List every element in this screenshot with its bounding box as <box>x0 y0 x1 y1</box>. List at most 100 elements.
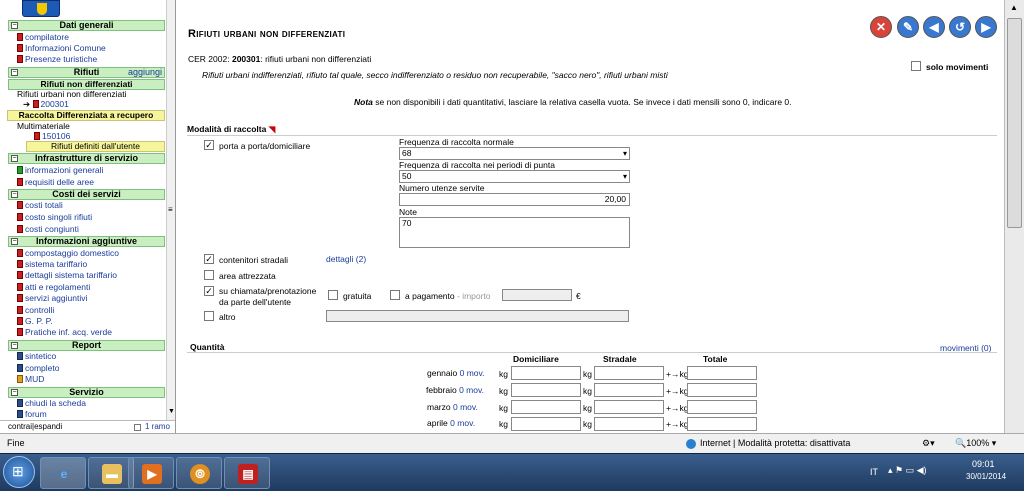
tray-icons[interactable]: ▴ ⚑ ▭ ◀) <box>888 465 927 476</box>
mov-link[interactable]: 0 mov. <box>453 402 478 412</box>
mov-link[interactable]: 0 mov. <box>450 418 475 428</box>
domiciliare-input[interactable] <box>511 417 581 431</box>
sidebar-item-gpp[interactable]: G. P. P. <box>17 316 53 327</box>
globe-icon <box>686 439 696 449</box>
stradale-input[interactable] <box>594 417 664 431</box>
scroll-thumb[interactable] <box>1007 18 1022 228</box>
sidebar-item-servizi-aggiuntivi[interactable]: servizi aggiuntivi <box>17 293 87 304</box>
sidebar-item-200301[interactable]: ➔ 200301 <box>23 99 69 110</box>
sidebar-item-informazioni-comune[interactable]: Informazioni Comune <box>17 43 106 54</box>
section-servizio[interactable]: − Servizio <box>8 387 165 398</box>
stradale-input[interactable] <box>594 400 664 414</box>
marker-icon: ◥ <box>268 124 276 134</box>
altro-checkbox[interactable] <box>204 311 214 321</box>
sidebar-item-dettagli-tariffario[interactable]: dettagli sistema tariffario <box>17 270 117 281</box>
taskbar-pdf[interactable]: ▤ <box>224 457 270 489</box>
rifiuti-definiti-utente[interactable]: Rifiuti definiti dall'utente <box>26 141 165 152</box>
sidebar-item-pratiche[interactable]: Pratiche inf. acq. verde <box>17 327 112 338</box>
section-rifiuti[interactable]: − Rifiuti aggiungi <box>8 67 165 78</box>
sidebar-item-costi-totali[interactable]: costi totali <box>17 200 63 211</box>
arrow-right-icon: ➔ <box>23 99 31 109</box>
importo-input[interactable] <box>502 289 572 301</box>
contrai-espandi-link[interactable]: contrai|espandi <box>8 421 62 433</box>
scroll-grip-icon: ≡ <box>168 205 173 214</box>
lang-indicator[interactable]: IT <box>870 467 878 477</box>
sidebar-item-completo[interactable]: completo <box>17 363 60 374</box>
section-infrastrutture[interactable]: − Infrastrutture di servizio <box>8 153 165 164</box>
taskbar-media[interactable]: ▶ <box>128 457 174 489</box>
document-icon <box>17 294 23 302</box>
sidebar-item-compostaggio[interactable]: compostaggio domestico <box>17 248 119 259</box>
freq-punta-select[interactable]: 50 <box>399 170 630 183</box>
aggiungi-link[interactable]: aggiungi <box>128 68 162 77</box>
taskbar-ie[interactable]: e <box>40 457 86 489</box>
mov-link[interactable]: 0 mov. <box>460 368 485 378</box>
sidebar-item-controlli[interactable]: controlli <box>17 305 54 316</box>
scroll-up-icon[interactable]: ▲ <box>1010 3 1018 12</box>
edit-icon[interactable]: ✎ <box>897 16 919 38</box>
zoom-control[interactable]: 🔍100% ▾ <box>955 434 996 453</box>
document-icon <box>17 213 23 221</box>
sidebar-item-presenze-turistiche[interactable]: Presenze turistiche <box>17 54 97 65</box>
porta-a-porta-checkbox[interactable]: ✓ <box>204 140 214 150</box>
forward-icon[interactable]: ▶ <box>975 16 997 38</box>
document-icon <box>17 33 23 41</box>
totale-input[interactable] <box>687 400 757 414</box>
mov-link[interactable]: 0 mov. <box>459 385 484 395</box>
raccolta-differenziata-header[interactable]: Raccolta Differenziata a recupero <box>7 110 165 121</box>
sidebar-item-requisiti-aree[interactable]: requisiti delle aree <box>17 177 94 188</box>
domiciliare-input[interactable] <box>511 383 581 397</box>
sidebar-item-chiudi-scheda[interactable]: chiudi la scheda <box>17 398 86 409</box>
back-icon[interactable]: ◀ <box>923 16 945 38</box>
status-bar: Fine Internet | Modalità protetta: disat… <box>0 433 1024 453</box>
scroll-down-icon[interactable]: ▼ <box>168 408 175 415</box>
sidebar-item-informazioni-generali[interactable]: informazioni generali <box>17 165 103 176</box>
totale-input[interactable] <box>687 417 757 431</box>
totale-input[interactable] <box>687 383 757 397</box>
close-icon[interactable]: ✕ <box>870 16 892 38</box>
sidebar-item-compilatore[interactable]: compilatore <box>17 32 69 43</box>
altro-input[interactable] <box>326 310 629 322</box>
stradale-input[interactable] <box>594 383 664 397</box>
section-costi-servizi[interactable]: − Costi dei servizi <box>8 189 165 200</box>
refresh-icon[interactable]: ↺ <box>949 16 971 38</box>
un-ramo-label: 1 ramo <box>145 422 170 431</box>
sidebar-item-sistema-tariffario[interactable]: sistema tariffario <box>17 259 87 270</box>
modalita-title: Modalità di raccolta ◥ <box>187 124 276 134</box>
clock-time[interactable]: 09:01 <box>972 459 995 469</box>
sidebar-item-forum[interactable]: forum <box>17 409 47 420</box>
taskbar-app[interactable]: ⦾ <box>176 457 222 489</box>
col-totale: Totale <box>703 354 728 364</box>
domiciliare-input[interactable] <box>511 366 581 380</box>
sidebar-item-sintetico[interactable]: sintetico <box>17 351 56 362</box>
document-icon <box>17 260 23 268</box>
a-pagamento-checkbox[interactable] <box>390 290 400 300</box>
section-dati-generali[interactable]: − Dati generali <box>8 20 165 31</box>
security-icon[interactable]: ⚙▾ <box>922 434 935 453</box>
start-button[interactable]: ⊞ <box>3 456 35 488</box>
totale-input[interactable] <box>687 366 757 380</box>
stradale-input[interactable] <box>594 366 664 380</box>
month-name: febbraio <box>426 385 457 395</box>
solo-movimenti-checkbox[interactable] <box>911 61 921 71</box>
sidebar-item-costi-congiunti[interactable]: costi congiunti <box>17 224 79 235</box>
section-report[interactable]: − Report <box>8 340 165 351</box>
area-attrezzata-checkbox[interactable] <box>204 270 214 280</box>
main-scrollbar[interactable]: ▲ <box>1004 0 1024 433</box>
sidebar-item-atti-regolamenti[interactable]: atti e regolamenti <box>17 282 90 293</box>
sidebar-scrollbar[interactable]: ≡ ▼ <box>166 0 175 420</box>
section-info-aggiuntive[interactable]: − Informazioni aggiuntive <box>8 236 165 247</box>
contenitori-stradali-checkbox[interactable]: ✓ <box>204 254 214 264</box>
su-chiamata-checkbox[interactable]: ✓ <box>204 286 214 296</box>
sidebar-item-mud[interactable]: MUD <box>17 374 44 385</box>
un-ramo-checkbox[interactable] <box>134 424 141 431</box>
sidebar-item-costo-singoli[interactable]: costo singoli rifiuti <box>17 212 92 223</box>
gratuita-checkbox[interactable] <box>328 290 338 300</box>
note-textarea[interactable]: 70 <box>399 217 630 248</box>
freq-normale-select[interactable]: 68 <box>399 147 630 160</box>
clock-date[interactable]: 30/01/2014 <box>966 472 1006 481</box>
domiciliare-input[interactable] <box>511 400 581 414</box>
utenze-input[interactable]: 20,00 <box>399 193 630 206</box>
description: Rifiuti urbani indifferenziati, rifiuto … <box>202 70 668 80</box>
dettagli-link[interactable]: dettagli (2) <box>326 254 366 264</box>
